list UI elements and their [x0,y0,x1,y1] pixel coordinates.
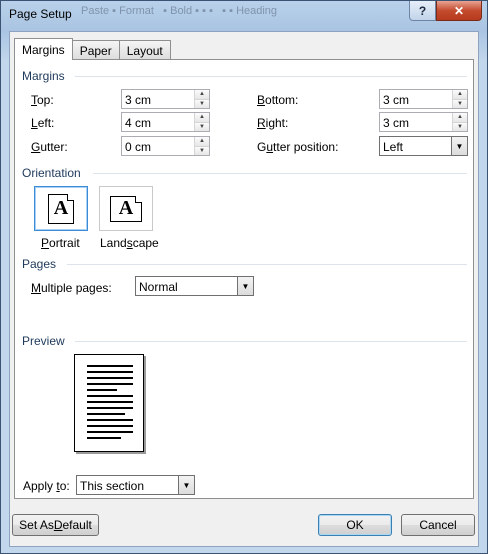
tab-paper[interactable]: Paper [71,40,120,60]
left-margin-value: 4 cm [125,116,152,130]
gutter-position-label: Gutter position: [257,140,339,154]
top-margin-spinner[interactable]: 3 cm ▲ ▼ [121,89,210,109]
top-margin-value: 3 cm [125,93,152,107]
orientation-section-label: Orientation [22,166,81,180]
multiple-pages-label: Multiple pages: [31,281,112,295]
preview-divider [75,341,467,342]
top-margin-label: Top: [31,93,54,107]
dialog-body: Margins Paper Layout Margins Top: 3 cm ▲… [9,31,479,547]
margins-tab-panel: Margins Top: 3 cm ▲ ▼ Left: 4 cm ▲ ▼ Gutte… [14,59,474,499]
close-icon: ✕ [453,3,465,18]
landscape-page-icon: A [110,195,142,222]
preview-text-line [87,401,133,403]
chevron-down-icon[interactable]: ▼ [237,277,253,295]
margins-section-label: Margins [22,69,65,83]
spin-up-icon[interactable]: ▲ [194,137,209,147]
gutter-position-value: Left [383,140,404,154]
portrait-label: Portrait [41,236,80,250]
spin-up-icon[interactable]: ▲ [452,113,467,123]
preview-text-line [87,413,125,415]
preview-text-line [87,383,133,385]
chevron-down-icon[interactable]: ▼ [451,137,467,155]
help-button[interactable]: ? [409,1,436,21]
preview-text-line [87,425,133,427]
preview-text-line [87,419,133,421]
chevron-down-icon[interactable]: ▼ [178,476,194,494]
pages-section-label: Pages [22,257,57,271]
gutter-value: 0 cm [125,140,152,154]
preview-page-thumbnail [74,354,144,452]
set-as-default-button[interactable]: Set As Default [12,514,99,536]
bottom-margin-spinner[interactable]: 3 cm ▲ ▼ [379,89,468,109]
portrait-page-icon: A [48,193,74,224]
tab-layout[interactable]: Layout [118,40,171,60]
spin-down-icon[interactable]: ▼ [452,122,467,131]
spin-up-icon[interactable]: ▲ [194,113,209,123]
tab-margins[interactable]: Margins [14,38,73,60]
gutter-label: Gutter: [31,140,68,154]
page-setup-window: Paste ▪ Format ▪ Bold ▪ ▪ ▪ ▪ ▪ Heading … [0,0,488,554]
left-margin-spinner[interactable]: 4 cm ▲ ▼ [121,112,210,132]
preview-text-line [87,365,133,367]
tab-strip: Margins Paper Layout [14,38,171,60]
gutter-position-select[interactable]: Left ▼ [379,136,468,156]
window-title: Page Setup [9,7,72,21]
cancel-button[interactable]: Cancel [401,514,475,536]
preview-text-line [87,431,133,433]
margins-divider [75,76,467,77]
gutter-spinner[interactable]: 0 cm ▲ ▼ [121,136,210,156]
spin-down-icon[interactable]: ▼ [452,99,467,108]
preview-section-label: Preview [22,334,65,348]
spin-up-icon[interactable]: ▲ [194,90,209,100]
preview-text-line [87,407,133,409]
preview-text-line [87,395,133,397]
ok-button[interactable]: OK [318,514,392,536]
apply-to-select[interactable]: This section ▼ [76,475,195,495]
spin-down-icon[interactable]: ▼ [194,122,209,131]
multiple-pages-select[interactable]: Normal ▼ [135,276,254,296]
apply-to-label: Apply to: [23,479,70,493]
preview-text-line [87,377,133,379]
landscape-label: Landscape [100,236,159,250]
spin-down-icon[interactable]: ▼ [194,99,209,108]
bottom-margin-value: 3 cm [383,93,410,107]
spin-down-icon[interactable]: ▼ [194,146,209,155]
left-margin-label: Left: [31,116,55,130]
preview-text-line [87,371,133,373]
preview-text-line [87,389,117,391]
orientation-divider [93,173,467,174]
right-margin-label: Right: [257,116,289,130]
portrait-option[interactable]: A [34,186,88,231]
multiple-pages-value: Normal [139,280,178,294]
pages-divider [67,264,467,265]
bottom-margin-label: Bottom: [257,93,299,107]
close-button[interactable]: ✕ [436,1,482,21]
apply-to-value: This section [80,479,145,493]
right-margin-value: 3 cm [383,116,410,130]
spin-up-icon[interactable]: ▲ [452,90,467,100]
landscape-option[interactable]: A [99,186,153,231]
preview-text-line [87,437,121,439]
right-margin-spinner[interactable]: 3 cm ▲ ▼ [379,112,468,132]
